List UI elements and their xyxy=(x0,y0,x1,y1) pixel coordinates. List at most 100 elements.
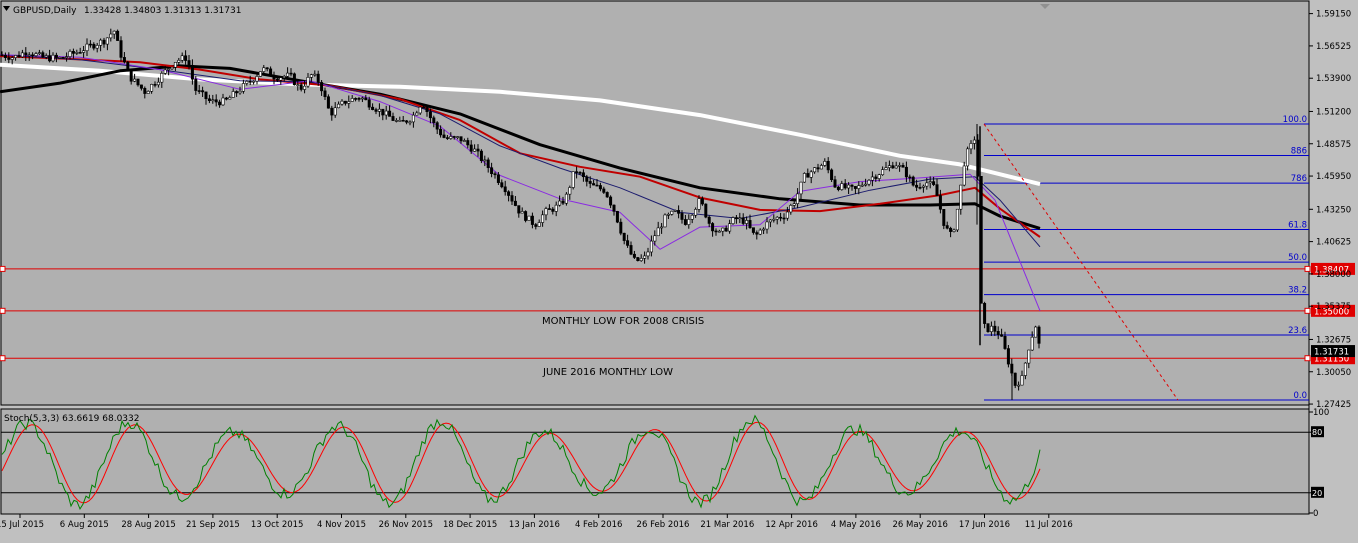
candle-body xyxy=(959,184,963,210)
candle-body xyxy=(252,80,256,83)
candle-body xyxy=(153,84,157,86)
level-anchor-handle[interactable] xyxy=(0,265,6,272)
candle-body xyxy=(792,203,796,206)
x-tick-label: 17 Jun 2016 xyxy=(959,520,1010,530)
stoch-tick-label: 0 xyxy=(1313,509,1318,519)
candle-body xyxy=(371,106,375,110)
candle-body xyxy=(857,185,861,189)
candle-body xyxy=(37,52,41,54)
candle-body xyxy=(272,75,276,80)
x-tick-label: 4 Feb 2016 xyxy=(575,520,623,530)
candle-body xyxy=(20,52,24,58)
candle-body xyxy=(384,110,388,116)
x-tick-label: 4 May 2016 xyxy=(831,520,881,530)
x-tick-label: 12 Apr 2016 xyxy=(765,520,818,530)
chart-window[interactable]: GBPUSD,Daily 1.33428 1.34803 1.31313 1.3… xyxy=(0,0,1358,539)
candle-body xyxy=(248,80,252,83)
candle-body xyxy=(1006,348,1010,365)
candle-body xyxy=(510,195,514,202)
stochastic-plot-area[interactable] xyxy=(0,408,1310,515)
candle-body xyxy=(602,188,606,193)
candle-body xyxy=(275,78,279,81)
candle-body xyxy=(626,240,630,246)
candle-body xyxy=(357,98,361,100)
candle-body xyxy=(728,223,732,232)
candle-body xyxy=(78,52,82,54)
fib-level-label: 23.6 xyxy=(1288,326,1307,336)
candle-body xyxy=(860,184,864,187)
candle-body xyxy=(224,97,228,100)
candle-body xyxy=(748,220,752,228)
candle-body xyxy=(486,159,490,169)
candle-body xyxy=(292,73,296,86)
candle-body xyxy=(170,66,174,70)
candle-body xyxy=(418,106,422,114)
candle-body xyxy=(547,208,551,210)
candle-body xyxy=(874,176,878,179)
candle-body xyxy=(840,183,844,190)
candle-body xyxy=(615,211,619,223)
candle-body xyxy=(442,134,446,138)
candle-body xyxy=(435,122,439,130)
candle-body xyxy=(816,167,820,170)
x-tick-label: 26 May 2016 xyxy=(892,520,947,530)
candle-body xyxy=(71,51,75,54)
candle-body xyxy=(775,216,779,220)
candle-body xyxy=(595,184,599,187)
candle-body xyxy=(456,136,460,138)
candle-body xyxy=(228,97,232,100)
candle-body xyxy=(721,227,725,232)
candle-body xyxy=(1037,326,1041,344)
candle-body xyxy=(466,140,470,146)
level-anchor-handle[interactable] xyxy=(0,355,6,362)
main-plot-area[interactable] xyxy=(0,0,1310,406)
candle-body xyxy=(221,97,225,106)
candle-body xyxy=(231,91,235,98)
candle-body xyxy=(666,214,670,216)
candle-body xyxy=(194,78,198,91)
x-tick-label: 26 Nov 2015 xyxy=(379,520,433,530)
annotation-2008-low: MONTHLY LOW FOR 2008 CRISIS xyxy=(542,316,704,327)
current-price-label: 1.31731 xyxy=(1314,348,1349,358)
level-anchor-handle[interactable] xyxy=(1304,307,1311,314)
candle-body xyxy=(452,136,456,138)
candle-body xyxy=(789,205,793,213)
candle-body xyxy=(214,99,218,103)
level-anchor-handle[interactable] xyxy=(1304,265,1311,272)
candle-body xyxy=(211,99,215,102)
candle-body xyxy=(17,55,21,58)
candle-body xyxy=(160,73,164,83)
candle-body xyxy=(432,117,436,123)
candle-body xyxy=(54,54,58,58)
candle-body xyxy=(704,203,708,218)
candle-body xyxy=(296,84,300,86)
candle-body xyxy=(554,204,558,212)
candle-body xyxy=(374,109,378,112)
candle-body xyxy=(58,57,62,59)
candle-body xyxy=(462,140,466,142)
candle-body xyxy=(677,210,681,214)
candle-body xyxy=(870,176,874,181)
level-anchor-handle[interactable] xyxy=(1304,355,1311,362)
candle-body xyxy=(643,255,647,259)
level-anchor-handle[interactable] xyxy=(0,307,6,314)
candle-body xyxy=(398,120,402,122)
candle-body xyxy=(751,227,755,233)
candle-body xyxy=(143,87,147,94)
y-tick-label: 1.45950 xyxy=(1316,172,1351,182)
candle-body xyxy=(850,184,854,187)
fib-level-label: 61.8 xyxy=(1288,220,1307,230)
candle-body xyxy=(476,148,480,152)
gbpusd-chart[interactable]: GBPUSD,Daily 1.33428 1.34803 1.31313 1.3… xyxy=(0,0,1358,539)
candle-body xyxy=(391,116,395,121)
candle-body xyxy=(350,98,354,102)
candle-body xyxy=(632,253,636,258)
candle-body xyxy=(962,165,966,186)
candle-body xyxy=(68,51,72,57)
y-tick-label: 1.30050 xyxy=(1316,368,1351,378)
candle-body xyxy=(258,71,262,77)
candle-body xyxy=(316,73,320,83)
candle-body xyxy=(269,68,273,77)
candle-body xyxy=(898,165,902,167)
candle-body xyxy=(51,54,55,62)
